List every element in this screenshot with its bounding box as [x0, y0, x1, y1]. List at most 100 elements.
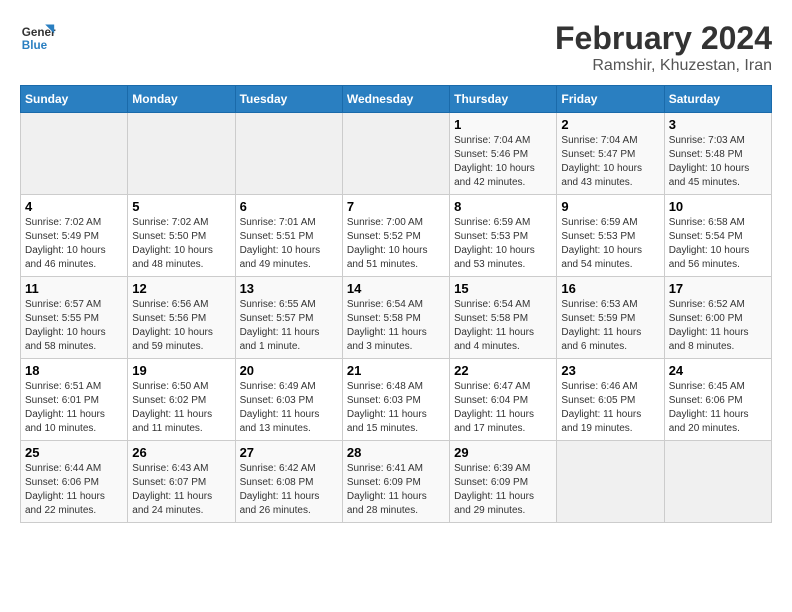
day-number: 1 [454, 117, 552, 132]
day-cell: 28 Sunrise: 6:41 AM Sunset: 6:09 PM Dayli… [342, 441, 449, 523]
header: General Blue February 2024 Ramshir, Khuz… [20, 20, 772, 75]
day-cell: 13 Sunrise: 6:55 AM Sunset: 5:57 PM Dayli… [235, 277, 342, 359]
day-info: Sunrise: 6:59 AM Sunset: 5:53 PM Dayligh… [454, 216, 552, 272]
col-header-thursday: Thursday [450, 86, 557, 113]
day-number: 3 [669, 117, 767, 132]
day-info: Sunrise: 6:39 AM Sunset: 6:09 PM Dayligh… [454, 462, 552, 518]
week-row-5: 25 Sunrise: 6:44 AM Sunset: 6:06 PM Dayli… [21, 441, 772, 523]
day-info: Sunrise: 7:03 AM Sunset: 5:48 PM Dayligh… [669, 134, 767, 190]
day-info: Sunrise: 6:43 AM Sunset: 6:07 PM Dayligh… [132, 462, 230, 518]
calendar-table: SundayMondayTuesdayWednesdayThursdayFrid… [20, 85, 772, 523]
day-number: 28 [347, 445, 445, 460]
day-info: Sunrise: 6:57 AM Sunset: 5:55 PM Dayligh… [25, 298, 123, 354]
title-area: February 2024 Ramshir, Khuzestan, Iran [555, 20, 772, 75]
day-number: 23 [561, 363, 659, 378]
day-cell: 16 Sunrise: 6:53 AM Sunset: 5:59 PM Dayli… [557, 277, 664, 359]
day-info: Sunrise: 6:55 AM Sunset: 5:57 PM Dayligh… [240, 298, 338, 354]
day-cell: 7 Sunrise: 7:00 AM Sunset: 5:52 PM Daylig… [342, 195, 449, 277]
week-row-3: 11 Sunrise: 6:57 AM Sunset: 5:55 PM Dayli… [21, 277, 772, 359]
day-info: Sunrise: 6:52 AM Sunset: 6:00 PM Dayligh… [669, 298, 767, 354]
day-number: 13 [240, 281, 338, 296]
day-info: Sunrise: 7:01 AM Sunset: 5:51 PM Dayligh… [240, 216, 338, 272]
day-cell: 2 Sunrise: 7:04 AM Sunset: 5:47 PM Daylig… [557, 113, 664, 195]
day-cell: 12 Sunrise: 6:56 AM Sunset: 5:56 PM Dayli… [128, 277, 235, 359]
day-number: 27 [240, 445, 338, 460]
day-cell: 6 Sunrise: 7:01 AM Sunset: 5:51 PM Daylig… [235, 195, 342, 277]
day-number: 11 [25, 281, 123, 296]
day-cell: 9Sunrise: 6:59 AM Sunset: 5:53 PM Daylig… [557, 195, 664, 277]
day-info: Sunrise: 6:41 AM Sunset: 6:09 PM Dayligh… [347, 462, 445, 518]
logo-icon: General Blue [20, 20, 56, 56]
day-number: 29 [454, 445, 552, 460]
day-number: 24 [669, 363, 767, 378]
calendar-header: SundayMondayTuesdayWednesdayThursdayFrid… [21, 86, 772, 113]
day-number: 12 [132, 281, 230, 296]
day-info: Sunrise: 6:53 AM Sunset: 5:59 PM Dayligh… [561, 298, 659, 354]
day-info: Sunrise: 6:44 AM Sunset: 6:06 PM Dayligh… [25, 462, 123, 518]
day-cell: 11 Sunrise: 6:57 AM Sunset: 5:55 PM Dayli… [21, 277, 128, 359]
day-cell [235, 113, 342, 195]
day-cell: 8 Sunrise: 6:59 AM Sunset: 5:53 PM Daylig… [450, 195, 557, 277]
day-info: Sunrise: 6:48 AM Sunset: 6:03 PM Dayligh… [347, 380, 445, 436]
day-cell [664, 441, 771, 523]
day-cell: 23 Sunrise: 6:46 AM Sunset: 6:05 PM Dayli… [557, 359, 664, 441]
day-number: 14 [347, 281, 445, 296]
day-cell: 1 Sunrise: 7:04 AM Sunset: 5:46 PM Daylig… [450, 113, 557, 195]
col-header-tuesday: Tuesday [235, 86, 342, 113]
logo: General Blue [20, 20, 56, 56]
day-info: Sunrise: 6:50 AM Sunset: 6:02 PM Dayligh… [132, 380, 230, 436]
day-number: 18 [25, 363, 123, 378]
day-info: Sunrise: 6:51 AM Sunset: 6:01 PM Dayligh… [25, 380, 123, 436]
day-cell: 10Sunrise: 6:58 AM Sunset: 5:54 PM Dayli… [664, 195, 771, 277]
day-cell: 5 Sunrise: 7:02 AM Sunset: 5:50 PM Daylig… [128, 195, 235, 277]
day-cell: 25 Sunrise: 6:44 AM Sunset: 6:06 PM Dayli… [21, 441, 128, 523]
day-info: Sunrise: 7:04 AM Sunset: 5:46 PM Dayligh… [454, 134, 552, 190]
day-info: Sunrise: 7:04 AM Sunset: 5:47 PM Dayligh… [561, 134, 659, 190]
day-cell: 3 Sunrise: 7:03 AM Sunset: 5:48 PM Daylig… [664, 113, 771, 195]
day-cell: 21 Sunrise: 6:48 AM Sunset: 6:03 PM Dayli… [342, 359, 449, 441]
day-number: 22 [454, 363, 552, 378]
day-number: 7 [347, 199, 445, 214]
day-cell: 15Sunrise: 6:54 AM Sunset: 5:58 PM Dayli… [450, 277, 557, 359]
day-number: 6 [240, 199, 338, 214]
day-cell: 18 Sunrise: 6:51 AM Sunset: 6:01 PM Dayli… [21, 359, 128, 441]
day-number: 9 [561, 199, 659, 214]
day-info: Sunrise: 6:49 AM Sunset: 6:03 PM Dayligh… [240, 380, 338, 436]
day-number: 5 [132, 199, 230, 214]
day-info: Sunrise: 7:02 AM Sunset: 5:49 PM Dayligh… [25, 216, 123, 272]
day-info: Sunrise: 6:58 AM Sunset: 5:54 PM Dayligh… [669, 216, 767, 272]
day-cell: 29 Sunrise: 6:39 AM Sunset: 6:09 PM Dayli… [450, 441, 557, 523]
day-number: 17 [669, 281, 767, 296]
day-number: 25 [25, 445, 123, 460]
day-number: 4 [25, 199, 123, 214]
day-number: 15 [454, 281, 552, 296]
day-number: 19 [132, 363, 230, 378]
col-header-friday: Friday [557, 86, 664, 113]
day-number: 2 [561, 117, 659, 132]
day-cell: 19 Sunrise: 6:50 AM Sunset: 6:02 PM Dayli… [128, 359, 235, 441]
day-cell: 17 Sunrise: 6:52 AM Sunset: 6:00 PM Dayli… [664, 277, 771, 359]
col-header-wednesday: Wednesday [342, 86, 449, 113]
day-cell: 22 Sunrise: 6:47 AM Sunset: 6:04 PM Dayli… [450, 359, 557, 441]
day-cell: 26 Sunrise: 6:43 AM Sunset: 6:07 PM Dayli… [128, 441, 235, 523]
day-number: 20 [240, 363, 338, 378]
day-number: 16 [561, 281, 659, 296]
day-info: Sunrise: 7:02 AM Sunset: 5:50 PM Dayligh… [132, 216, 230, 272]
day-info: Sunrise: 6:46 AM Sunset: 6:05 PM Dayligh… [561, 380, 659, 436]
day-info: Sunrise: 6:45 AM Sunset: 6:06 PM Dayligh… [669, 380, 767, 436]
main-title: February 2024 [555, 20, 772, 57]
day-cell [21, 113, 128, 195]
day-cell [128, 113, 235, 195]
day-cell [342, 113, 449, 195]
col-header-sunday: Sunday [21, 86, 128, 113]
day-info: Sunrise: 6:56 AM Sunset: 5:56 PM Dayligh… [132, 298, 230, 354]
day-cell: 27Sunrise: 6:42 AM Sunset: 6:08 PM Dayli… [235, 441, 342, 523]
day-number: 26 [132, 445, 230, 460]
day-info: Sunrise: 7:00 AM Sunset: 5:52 PM Dayligh… [347, 216, 445, 272]
day-cell: 24 Sunrise: 6:45 AM Sunset: 6:06 PM Dayli… [664, 359, 771, 441]
day-number: 21 [347, 363, 445, 378]
subtitle: Ramshir, Khuzestan, Iran [555, 57, 772, 75]
day-number: 8 [454, 199, 552, 214]
day-info: Sunrise: 6:47 AM Sunset: 6:04 PM Dayligh… [454, 380, 552, 436]
col-header-saturday: Saturday [664, 86, 771, 113]
